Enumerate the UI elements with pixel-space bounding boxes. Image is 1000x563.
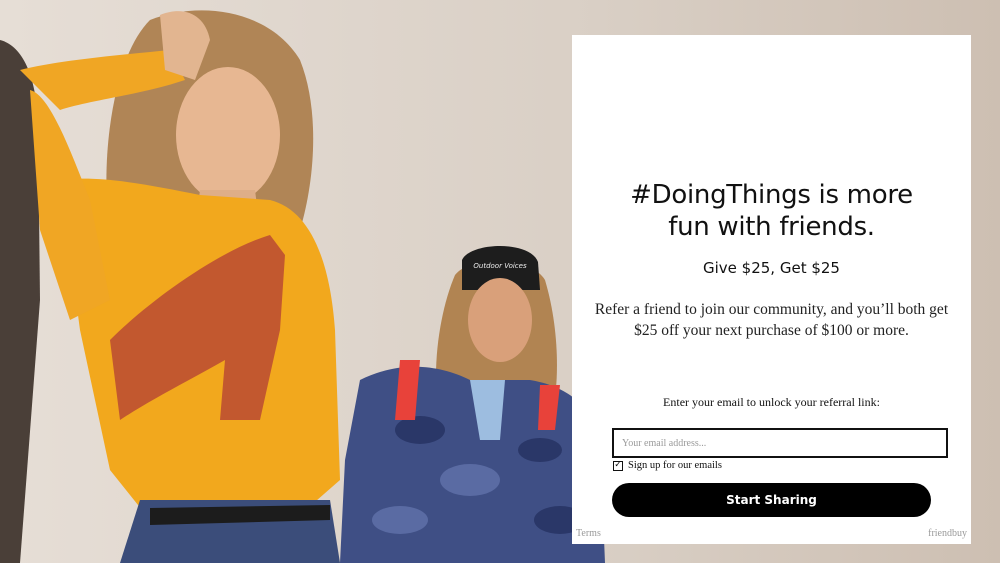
signup-checkbox-row[interactable]: ✓ Sign up for our emails [613,459,722,472]
email-prompt: Enter your email to unlock your referral… [663,395,880,409]
modal-headline: #DoingThings is more fun with friends. [572,179,971,243]
cap-logo: Outdoor Voices [473,262,527,270]
email-input[interactable] [612,428,948,458]
signup-checkbox-label: Sign up for our emails [628,460,722,471]
headline-line-2: fun with friends. [668,212,875,242]
offer-text: Give $25, Get $25 [703,259,840,277]
referral-modal: #DoingThings is more fun with friends. G… [572,35,971,544]
signup-checkbox[interactable]: ✓ [613,460,623,471]
terms-link[interactable]: Terms [576,528,601,539]
friendbuy-brand: friendbuy [928,528,967,539]
start-sharing-button[interactable]: Start Sharing [612,483,931,517]
headline-line-1: #DoingThings is more [630,180,913,210]
offer-description: Refer a friend to join our community, an… [594,301,949,339]
